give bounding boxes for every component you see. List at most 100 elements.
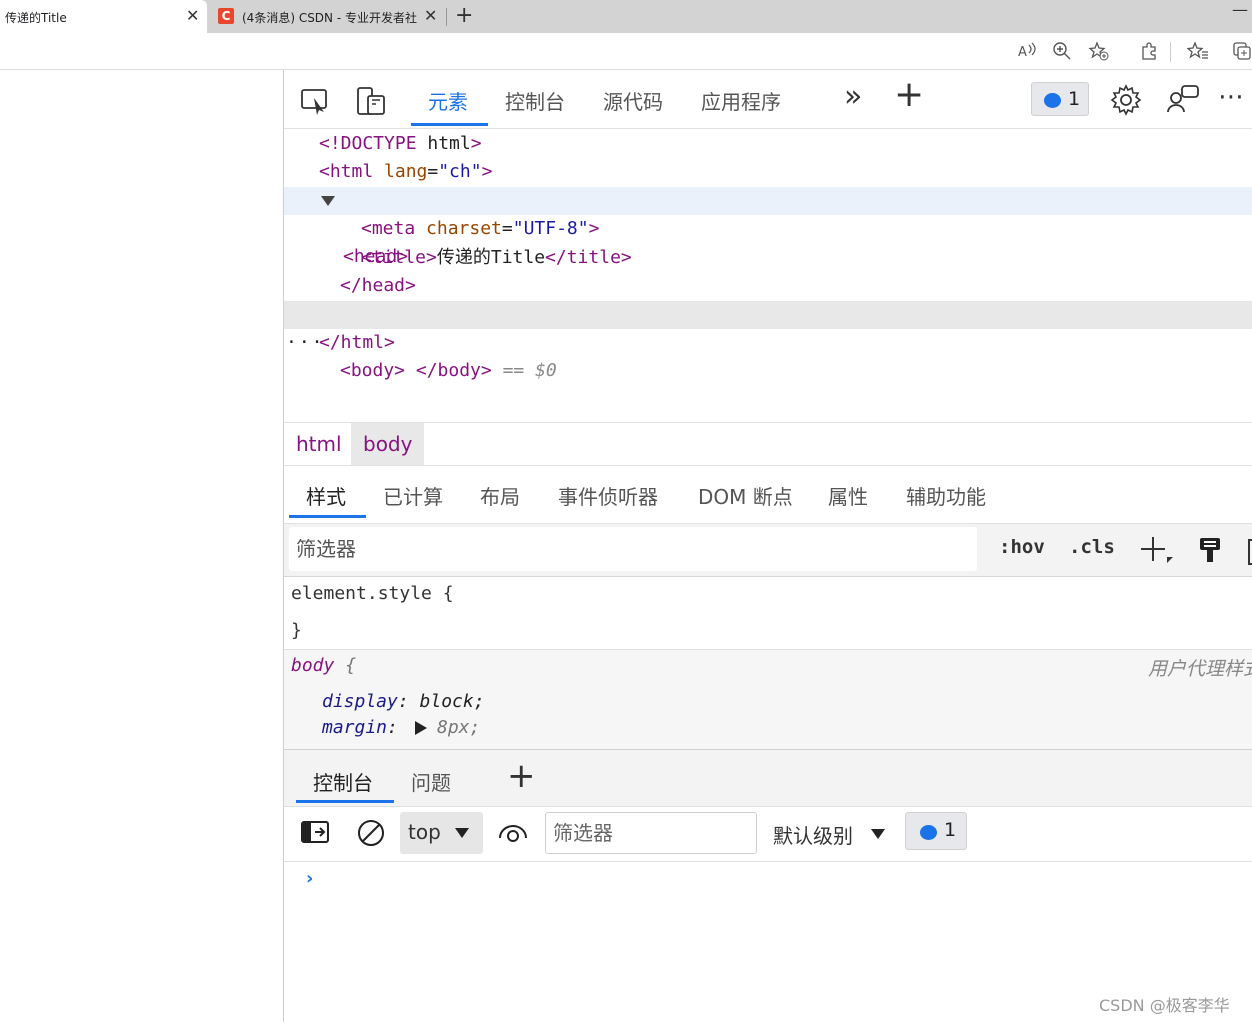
settings-gear-icon[interactable] xyxy=(1110,84,1142,116)
svg-text:A: A xyxy=(1018,45,1027,60)
new-tab-button[interactable]: + xyxy=(455,3,473,28)
dom-token: </title> xyxy=(545,247,632,268)
dom-node-doctype[interactable]: <!DOCTYPE html> xyxy=(284,130,1252,158)
drawer-tabbar: 控制台 问题 + xyxy=(284,750,1252,807)
read-aloud-icon[interactable]: A xyxy=(1017,41,1037,61)
log-level-select[interactable]: 默认级别 xyxy=(773,820,853,849)
styles-filter-input[interactable]: 筛选器 xyxy=(289,527,977,571)
css-property-name[interactable]: display xyxy=(322,691,398,712)
dom-line-text: <title>传递的Title</title> xyxy=(361,244,632,272)
dom-line-text: </html> xyxy=(319,329,395,357)
dom-node-html-close[interactable]: </html> xyxy=(284,329,1252,357)
user-agent-rule: body { 用户代理样式表 display: block; margin: 8… xyxy=(284,649,1252,749)
dom-token: html xyxy=(416,133,471,154)
dom-token: 传递的Title xyxy=(436,247,546,268)
drawer-tab-issues[interactable]: 问题 xyxy=(411,767,451,796)
new-style-rule-icon[interactable] xyxy=(1139,535,1175,567)
favorites-icon[interactable] xyxy=(1187,41,1209,61)
tab-styles[interactable]: 样式 xyxy=(306,481,346,510)
dom-node-head[interactable]: <head> xyxy=(284,187,1252,267)
dom-token: </body> xyxy=(415,360,492,381)
dom-token: = xyxy=(501,218,513,239)
sidebar-toggle-icon[interactable] xyxy=(1248,539,1252,565)
execution-context-select[interactable]: top xyxy=(400,812,483,854)
tab-application[interactable]: 应用程序 xyxy=(701,86,781,115)
clear-console-icon[interactable] xyxy=(356,818,386,848)
active-tab-indicator xyxy=(411,123,488,126)
styles-tabbar: 样式 已计算 布局 事件侦听器 DOM 断点 属性 辅助功能 xyxy=(284,465,1252,524)
show-sidebar-icon[interactable] xyxy=(300,820,330,846)
css-property-value[interactable]: 8px; xyxy=(437,717,480,738)
dom-line-text: </head> xyxy=(340,272,416,300)
browser-tab-csdn[interactable]: C (4条消息) CSDN - 专业开发者社区 ✕ xyxy=(207,0,446,33)
dom-token: "ch" xyxy=(438,161,482,182)
extensions-icon[interactable] xyxy=(1139,41,1159,61)
expand-triangle-icon[interactable] xyxy=(415,721,427,735)
devtools-toolbar: 元素 控制台 源代码 应用程序 » + 1 ⋯ xyxy=(284,70,1252,129)
issues-count: 1 xyxy=(944,819,957,841)
more-options-icon[interactable]: ⋯ xyxy=(1218,82,1244,112)
dom-token: <title> xyxy=(361,247,437,268)
dom-token: > xyxy=(470,133,482,154)
tab-accessibility[interactable]: 辅助功能 xyxy=(906,481,986,510)
css-property-value[interactable]: block; xyxy=(420,691,485,712)
dom-token: <html xyxy=(319,161,374,182)
tab-event-listeners[interactable]: 事件侦听器 xyxy=(558,481,658,510)
add-tab-icon[interactable]: + xyxy=(894,74,924,115)
collapse-triangle-icon[interactable] xyxy=(321,196,335,206)
tab-elements[interactable]: 元素 xyxy=(428,86,468,115)
tab-title: (4条消息) CSDN - 专业开发者社区 xyxy=(242,11,417,25)
ua-rule-selector[interactable]: body xyxy=(291,655,334,676)
dom-token: </html> xyxy=(319,332,395,353)
dom-node-title[interactable]: <title>传递的Title</title> xyxy=(284,244,1252,272)
browser-tab-active[interactable]: 传递的Title ✕ xyxy=(0,0,207,33)
page-viewport[interactable] xyxy=(0,70,283,1022)
collections-icon[interactable] xyxy=(1232,41,1252,61)
device-emulation-icon[interactable] xyxy=(356,86,388,116)
dom-node-meta[interactable]: <meta charset="UTF-8"> xyxy=(284,215,1252,243)
watermark: CSDN @极客李华 xyxy=(1099,996,1230,1015)
close-tab-icon[interactable]: ✕ xyxy=(186,6,199,25)
dom-token: <body> xyxy=(340,360,406,381)
zoom-icon[interactable] xyxy=(1052,41,1072,61)
dom-token: = xyxy=(427,161,439,182)
console-issues-badge[interactable]: 1 xyxy=(905,812,967,850)
tab-console[interactable]: 控制台 xyxy=(505,86,565,115)
drawer-tab-console[interactable]: 控制台 xyxy=(313,767,373,796)
issues-badge[interactable]: 1 xyxy=(1031,82,1089,116)
breadcrumb-html[interactable]: html xyxy=(284,423,354,465)
tab-layout[interactable]: 布局 xyxy=(480,481,520,510)
console-filter-input[interactable]: 筛选器 xyxy=(545,812,757,854)
tab-dom-breakpoints[interactable]: DOM 断点 xyxy=(698,481,793,510)
more-tabs-icon[interactable]: » xyxy=(844,79,862,114)
dom-token: lang xyxy=(373,161,428,182)
add-drawer-tab-icon[interactable]: + xyxy=(507,756,536,796)
feedback-icon[interactable] xyxy=(1166,84,1200,116)
dom-token: <!DOCTYPE xyxy=(319,133,417,154)
dom-node-html[interactable]: <html lang="ch"> xyxy=(284,158,1252,186)
tab-computed[interactable]: 已计算 xyxy=(383,481,443,510)
context-value: top xyxy=(408,820,441,844)
element-style-selector[interactable]: element.style { xyxy=(291,583,454,604)
tab-properties[interactable]: 属性 xyxy=(828,481,868,510)
csdn-favicon-icon: C xyxy=(218,8,234,24)
window-control-icon[interactable]: — xyxy=(1232,0,1248,19)
add-favorite-icon[interactable] xyxy=(1088,41,1110,61)
inspect-element-icon[interactable] xyxy=(300,86,332,116)
toolbar-divider xyxy=(1170,42,1171,62)
console-toolbar: top 筛选器 默认级别 1 xyxy=(284,807,1252,862)
hov-toggle-button[interactable]: :hov xyxy=(999,536,1045,558)
color-format-paint-icon[interactable] xyxy=(1198,536,1224,566)
cls-toggle-button[interactable]: .cls xyxy=(1069,536,1115,558)
live-expression-eye-icon[interactable] xyxy=(498,822,528,844)
breadcrumb-body[interactable]: body xyxy=(351,423,425,465)
address-bar: A xyxy=(0,33,1252,70)
tab-sources[interactable]: 源代码 xyxy=(603,86,663,115)
console-prompt-icon[interactable]: › xyxy=(306,868,313,889)
css-property-name[interactable]: margin xyxy=(322,717,387,738)
close-tab-icon[interactable]: ✕ xyxy=(424,6,437,25)
dom-node-body[interactable]: ··· <body> </body> == $0 xyxy=(284,301,1252,381)
active-tab-indicator xyxy=(296,800,394,803)
dom-node-head-close[interactable]: </head> xyxy=(284,272,1252,300)
chevron-down-icon[interactable] xyxy=(871,829,885,839)
